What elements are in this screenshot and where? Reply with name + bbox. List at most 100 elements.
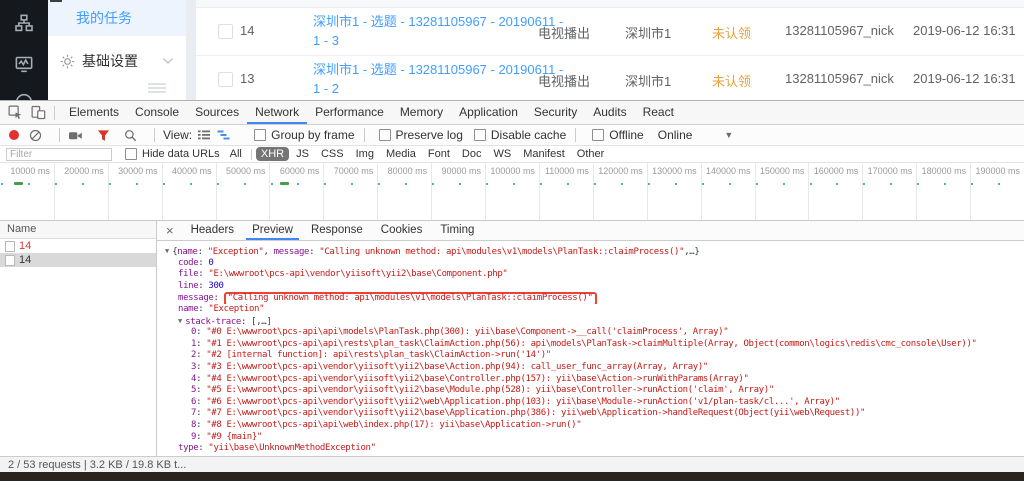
row-time-cell: 2019-06-12 16:31 <box>913 71 1016 86</box>
filter-type-all[interactable]: All <box>225 147 247 161</box>
devtools-tab-elements[interactable]: Elements <box>61 101 127 124</box>
circle-icon[interactable] <box>15 93 33 100</box>
disclosure-triangle-icon[interactable]: ▼ <box>165 246 169 258</box>
waterfall-dot <box>54 183 57 185</box>
disclosure-triangle-icon[interactable]: ▼ <box>178 316 182 328</box>
preview-line: name: "Exception" <box>178 303 265 314</box>
filter-type-manifest[interactable]: Manifest <box>518 147 570 161</box>
filter-type-xhr[interactable]: XHR <box>255 147 290 161</box>
row-nick-cell: 13281105967_nick <box>785 71 894 86</box>
view-list-icon[interactable] <box>197 129 211 141</box>
toolbar-separator <box>363 128 365 142</box>
row-title-link[interactable]: 深圳市1 - 选题 - 13281105967 - 20190611 - 1 - … <box>313 60 563 98</box>
hide-data-urls-label: Hide data URLs <box>142 148 220 160</box>
devtools-tab-audits[interactable]: Audits <box>585 101 634 124</box>
row-checkbox[interactable] <box>218 72 233 87</box>
preserve-log-checkbox[interactable] <box>378 129 391 141</box>
close-icon[interactable]: × <box>157 223 182 238</box>
row-nick-cell: 13281105967_nick <box>785 23 894 38</box>
hide-data-urls-checkbox[interactable] <box>125 148 137 160</box>
waterfall-dot <box>297 183 300 185</box>
devtools-tab-security[interactable]: Security <box>526 101 585 124</box>
filter-type-css[interactable]: CSS <box>316 147 349 161</box>
detail-tab-response[interactable]: Response <box>305 221 369 240</box>
filter-type-doc[interactable]: Doc <box>457 147 487 161</box>
group-by-frame-checkbox[interactable] <box>254 129 267 141</box>
group-by-frame-label: Group by frame <box>271 128 355 142</box>
toolbar-separator <box>575 128 577 142</box>
row-checkbox[interactable] <box>218 24 233 39</box>
waterfall-dot <box>540 183 542 185</box>
filter-funnel-icon[interactable] <box>97 129 110 142</box>
detail-tab-preview[interactable]: Preview <box>246 221 299 240</box>
detail-tab-timing[interactable]: Timing <box>434 221 480 240</box>
request-row[interactable]: 14 <box>0 239 156 253</box>
search-icon[interactable] <box>124 129 137 142</box>
filter-input[interactable] <box>6 147 112 161</box>
request-row[interactable]: 14 <box>0 253 156 267</box>
request-doc-icon <box>5 240 15 252</box>
devtools-tab-sources[interactable]: Sources <box>187 101 247 124</box>
device-toolbar-icon[interactable] <box>31 105 46 120</box>
sidebar-collapse-button[interactable] <box>148 83 166 95</box>
detail-tab-headers[interactable]: Headers <box>185 221 240 240</box>
waterfall-dot <box>701 183 704 185</box>
devtools-tab-network[interactable]: Network <box>247 101 308 124</box>
timeline-tick-label: 50000 ms <box>225 166 266 176</box>
request-name: 14 <box>19 254 32 266</box>
disable-cache-checkbox[interactable] <box>473 129 486 141</box>
timeline-tick-label: 140000 ms <box>705 166 751 176</box>
waterfall-dot <box>351 183 354 185</box>
throttling-dropdown[interactable]: Online <box>658 128 693 142</box>
filter-type-ws[interactable]: WS <box>488 147 516 161</box>
filter-type-media[interactable]: Media <box>381 147 421 161</box>
preview-line: code: 0 <box>178 257 214 268</box>
waterfall-dot <box>917 183 920 185</box>
table-rows: 14 深圳市1 - 选题 - 13281105967 - 20190611 - 1 … <box>196 8 1024 100</box>
devtools-tab-console[interactable]: Console <box>127 101 187 124</box>
waterfall-view-icon[interactable] <box>217 129 231 141</box>
preview-line: file: "E:\wwwroot\pcs-api\vendor\yiisoft… <box>178 269 508 280</box>
filter-type-js[interactable]: JS <box>291 147 314 161</box>
request-doc-icon <box>5 254 15 266</box>
timeline-tick-label: 70000 ms <box>333 166 374 176</box>
devtools-tab-application[interactable]: Application <box>451 101 526 124</box>
filter-type-other[interactable]: Other <box>572 147 610 161</box>
waterfall-dot <box>135 183 138 185</box>
waterfall-dash <box>280 182 289 185</box>
toolbar-separator <box>54 105 55 120</box>
devtools-tab-memory[interactable]: Memory <box>392 101 451 124</box>
preserve-log-label: Preserve log <box>395 128 463 142</box>
sidebar-item-my-tasks[interactable]: 我的任务 <box>48 0 186 36</box>
filter-type-img[interactable]: Img <box>351 147 379 161</box>
offline-checkbox[interactable] <box>592 129 605 141</box>
timeline-tick-label: 190000 ms <box>975 166 1020 176</box>
request-detail-panel: × Headers Preview Response Cookies Timing ▼{… <box>157 221 1024 456</box>
row-title-link[interactable]: 深圳市1 - 选题 - 13281105967 - 20190611 - 1 - … <box>313 12 563 50</box>
devtools-panel: Elements Console Sources Network Performance… <box>0 100 1024 473</box>
devtools-tabbar: Elements Console Sources Network Performance… <box>0 101 1024 125</box>
preview-line: ▼ stack-trace: [,…] <box>178 316 272 328</box>
sidebar-item-basic-settings[interactable]: 基础设置 <box>48 36 186 86</box>
row-status-cell: 未认领 <box>712 26 752 41</box>
waterfall-dot <box>405 183 408 185</box>
clear-button[interactable] <box>29 129 42 142</box>
sitemap-icon[interactable] <box>15 14 33 32</box>
waterfall-dot <box>998 183 1001 185</box>
inspect-element-icon[interactable] <box>8 105 23 120</box>
screen: 我的任务 基础设置 14 深圳市1 - 选题 - 13281105967 - 20… <box>0 0 1024 481</box>
devtools-status-bar: 2 / 53 requests | 3.2 KB / 19.8 KB t... <box>0 456 1024 473</box>
view-label: View: <box>163 128 193 142</box>
devtools-tab-performance[interactable]: Performance <box>307 101 392 124</box>
capture-screenshots-icon[interactable] <box>68 129 83 142</box>
timeline-tick-label: 150000 ms <box>759 166 805 176</box>
timeline-tick-label: 80000 ms <box>387 166 428 176</box>
detail-tab-cookies[interactable]: Cookies <box>375 221 429 240</box>
dashboard-monitor-icon[interactable] <box>15 55 33 73</box>
requests-summary: 2 / 53 requests | 3.2 KB / 19.8 KB t... <box>8 459 187 471</box>
waterfall-dot <box>674 183 677 185</box>
devtools-tab-react[interactable]: React <box>635 101 682 124</box>
record-button[interactable] <box>9 130 19 140</box>
requests-name-header[interactable]: Name <box>0 221 156 239</box>
filter-type-font[interactable]: Font <box>423 147 455 161</box>
